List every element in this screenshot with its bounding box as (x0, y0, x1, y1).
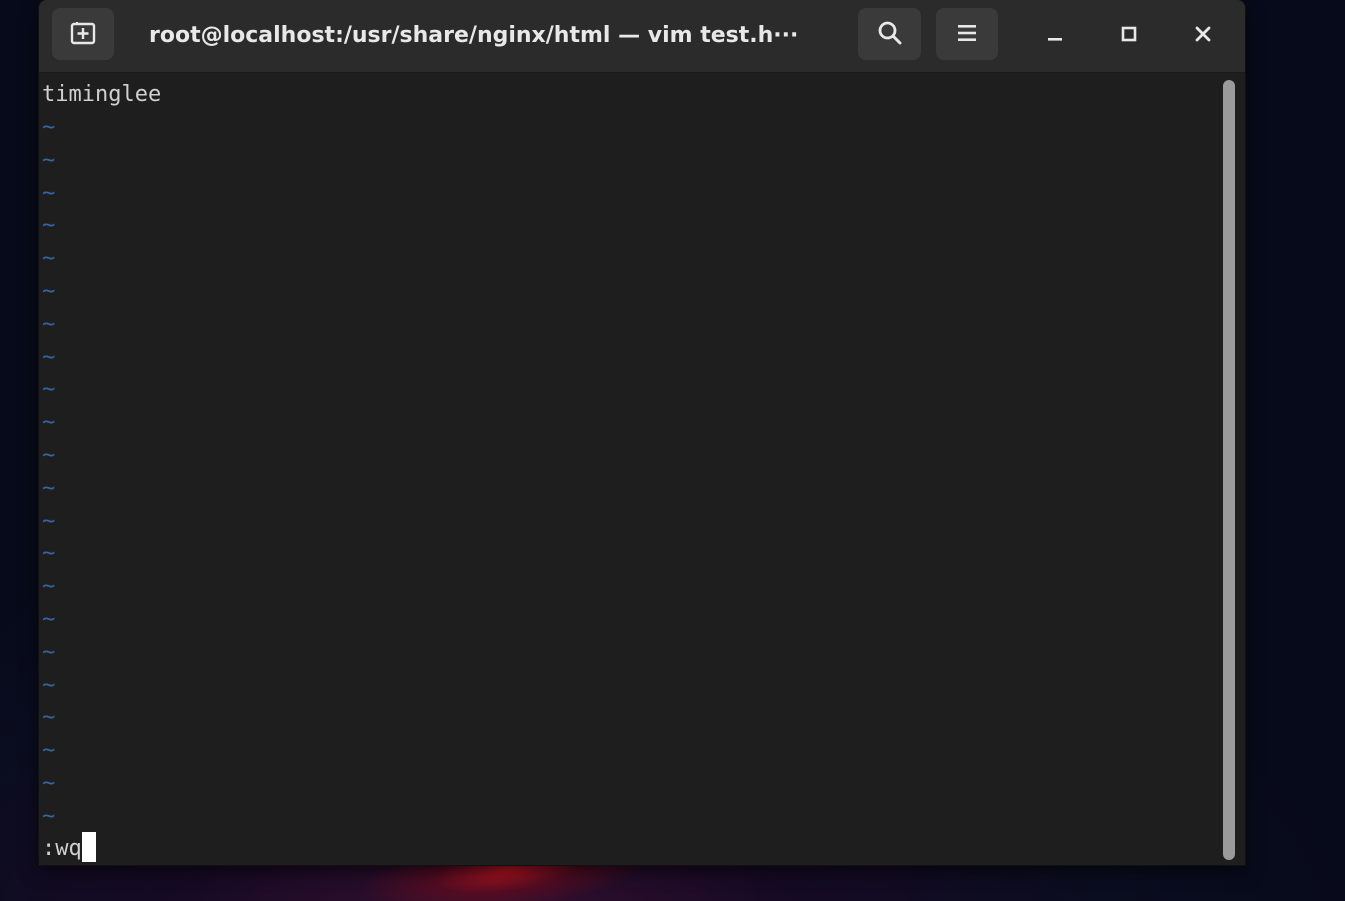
window-title: root@localhost:/usr/share/nginx/html — v… (149, 23, 799, 48)
scrollbar-thumb[interactable] (1223, 80, 1235, 860)
new-tab-icon (69, 19, 97, 51)
empty-line-tilde: ~ (42, 508, 56, 534)
terminal-area[interactable]: timinglee ~ ~ ~ ~ ~ ~ ~ ~ ~ ~ ~ ~ ~ ~ ~ ~ ~ ~ ~ ~ ~ ~ :wq (39, 73, 1219, 865)
search-button[interactable] (858, 8, 921, 61)
empty-line-tilde: ~ (42, 180, 56, 206)
empty-line-tilde: ~ (42, 246, 56, 272)
empty-line-tilde: ~ (42, 639, 56, 665)
maximize-button[interactable] (1109, 16, 1149, 56)
close-icon (1193, 24, 1213, 48)
terminal-window: root@localhost:/usr/share/nginx/html — v… (39, 0, 1245, 865)
headerbar: root@localhost:/usr/share/nginx/html — v… (39, 0, 1245, 73)
empty-line-tilde: ~ (42, 738, 56, 764)
empty-line-tilde: ~ (42, 410, 56, 436)
empty-line-tilde: ~ (42, 607, 56, 632)
empty-line-tilde: ~ (42, 147, 56, 173)
new-tab-button[interactable] (52, 8, 114, 61)
menu-button[interactable] (936, 8, 998, 61)
maximize-icon (1119, 24, 1139, 48)
text-cursor (81, 832, 96, 862)
empty-line-tilde: ~ (42, 771, 56, 796)
command-line[interactable]: :wq (42, 832, 96, 865)
close-button[interactable] (1183, 16, 1223, 56)
empty-line-tilde: ~ (42, 213, 56, 239)
empty-line-tilde: ~ (42, 115, 56, 140)
buffer-line: timinglee (42, 82, 162, 107)
search-icon (876, 19, 904, 51)
empty-line-tilde: ~ (42, 705, 56, 731)
scrollbar[interactable] (1222, 78, 1236, 862)
empty-line-tilde: ~ (42, 672, 56, 698)
empty-line-tilde: ~ (42, 803, 56, 829)
empty-line-tilde: ~ (42, 574, 56, 600)
empty-line-tilde: ~ (42, 443, 56, 468)
empty-line-tilde: ~ (42, 311, 56, 337)
empty-line-tilde: ~ (42, 279, 56, 304)
minimize-button[interactable] (1035, 16, 1075, 56)
command-text: :wq (42, 836, 82, 861)
empty-line-tilde: ~ (42, 344, 56, 370)
empty-line-tilde: ~ (42, 541, 56, 567)
empty-line-tilde: ~ (42, 377, 56, 403)
empty-line-tilde: ~ (42, 475, 56, 501)
hamburger-menu-icon (955, 21, 979, 49)
minimize-icon (1045, 24, 1065, 48)
